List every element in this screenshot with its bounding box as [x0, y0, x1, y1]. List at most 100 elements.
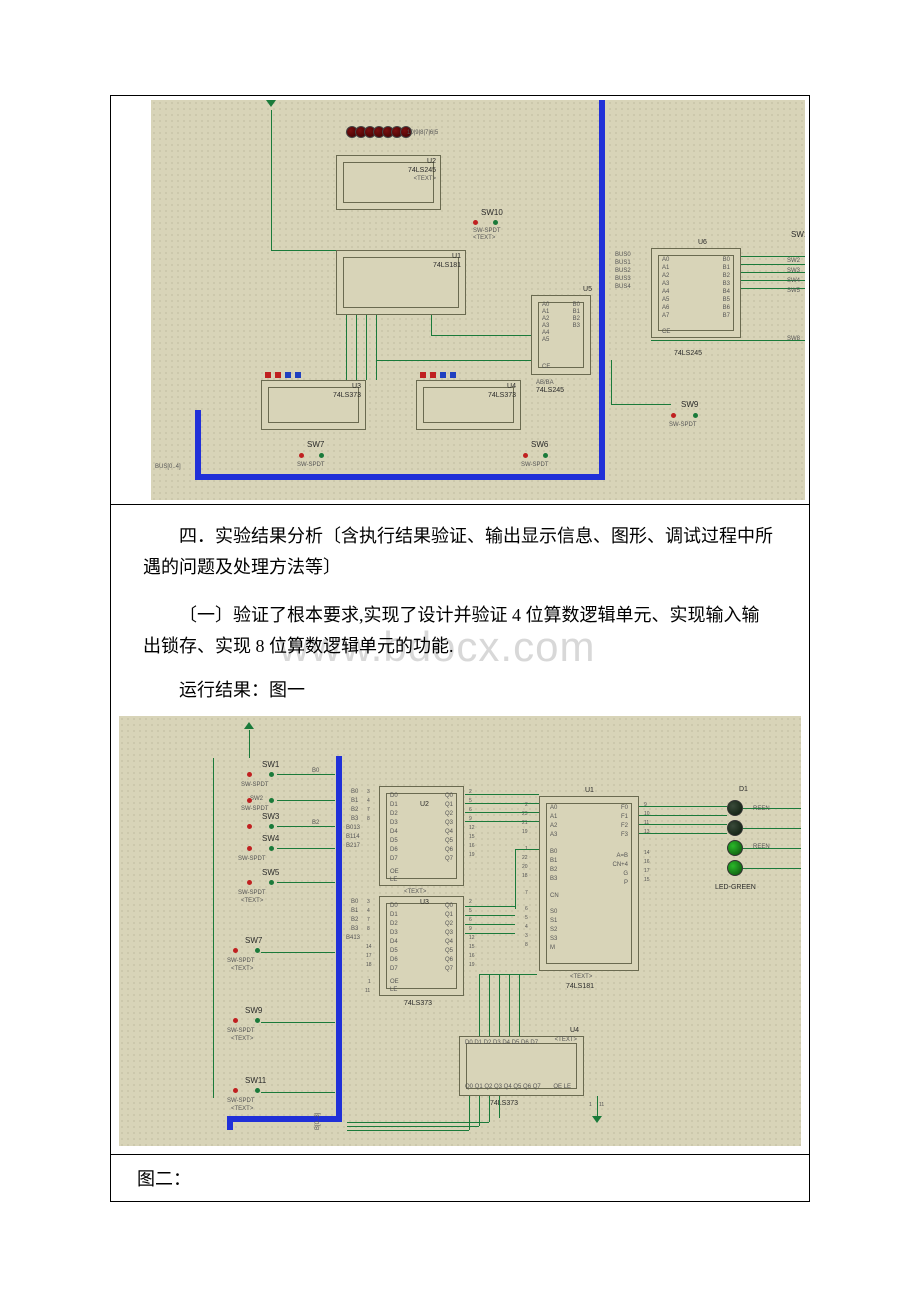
bus-label: BUS0 — [615, 252, 631, 258]
wire — [515, 849, 516, 909]
chip-u2: U2 74LS245 <TEXT> — [336, 155, 441, 210]
wire — [651, 340, 805, 341]
switch-node — [671, 413, 676, 418]
switch-node — [493, 220, 498, 225]
chip-u4: U4 74LS373 — [416, 380, 521, 430]
wire — [499, 974, 500, 1036]
switch-sw4: SW4 — [262, 834, 279, 843]
wire — [743, 808, 801, 809]
led-bargraph — [346, 125, 409, 143]
led-d1-ref: D1 — [739, 786, 748, 793]
wire — [465, 933, 515, 934]
wire — [366, 315, 367, 380]
figure-2-caption-cell: 图二： — [111, 1155, 809, 1201]
ground-icon — [592, 1116, 602, 1123]
wire — [465, 803, 539, 804]
bus-bottom-label: B[0..3] — [315, 1113, 321, 1130]
wire — [261, 1092, 335, 1093]
wire — [515, 849, 539, 850]
wire — [611, 360, 612, 404]
bus-line — [336, 756, 342, 1116]
switch-node — [693, 413, 698, 418]
wire — [277, 774, 335, 775]
wire — [249, 730, 250, 758]
led-pins: 10|9|8|7|6|5 — [407, 130, 438, 136]
probe — [295, 372, 301, 378]
wire — [639, 806, 727, 807]
led — [727, 800, 743, 816]
wire — [356, 315, 357, 380]
wire — [509, 974, 510, 1036]
switch-node — [523, 453, 528, 458]
wire — [465, 915, 515, 916]
probe — [265, 372, 271, 378]
wire — [639, 833, 727, 834]
wire — [519, 974, 520, 1036]
probe — [275, 372, 281, 378]
wire — [465, 906, 515, 907]
switch-sw1: SW1 — [791, 230, 805, 239]
switch-sw7: SW7 — [307, 440, 324, 449]
probe — [420, 372, 426, 378]
bus-label: BUS1 — [615, 260, 631, 266]
wire — [465, 812, 539, 813]
wire — [499, 1096, 500, 1118]
wire — [347, 1130, 469, 1131]
chip-u1: U1 74LS181 — [336, 250, 466, 315]
chip-u5: U5 A0 A1 A2 A3 A4 A5 B0 B1 B2 B3 CE 74LS… — [531, 295, 591, 375]
wire — [469, 1096, 470, 1130]
switch-sw7: SW7 — [245, 936, 262, 945]
wire — [347, 1122, 489, 1123]
run-result-label: 运行结果：图一 — [143, 675, 777, 706]
bus-line — [599, 100, 605, 480]
wire — [431, 315, 432, 335]
wire — [271, 110, 272, 250]
wire — [465, 924, 515, 925]
chip-u3: U3 D0 D1 D2 D3 D4 D5 D6 D7 Q0 Q1 Q2 Q3 Q… — [379, 896, 464, 996]
wire — [431, 335, 531, 336]
switch-sw9: SW9 — [245, 1006, 262, 1015]
switch-node — [543, 453, 548, 458]
wire — [479, 974, 480, 1036]
schematic-top: 10|9|8|7|6|5 U2 74LS245 <TEXT> SW10 SW-S… — [151, 100, 805, 500]
bus-line — [227, 1116, 342, 1122]
text-section: www.bdocx.com 四．实验结果分析〔含执行结果验证、输出显示信息、图形… — [111, 505, 809, 1155]
switch-sw11: SW11 — [245, 1076, 266, 1085]
switch-sw10: SW10 — [481, 208, 503, 217]
bus-line — [195, 474, 605, 480]
wire — [639, 824, 727, 825]
chip-u6: U6 A0 A1 A2 A3 A4 A5 A6 A7 B0 B1 B2 B3 B… — [651, 248, 741, 338]
page-frame: 10|9|8|7|6|5 U2 74LS245 <TEXT> SW10 SW-S… — [110, 95, 810, 1202]
wire — [347, 1126, 479, 1127]
wire — [346, 315, 347, 380]
wire — [743, 848, 801, 849]
chip-u2: U2 D0 D1 D2 D3 D4 D5 D6 D7 Q0 Q1 Q2 Q3 Q… — [379, 786, 464, 886]
bus-label: BUS4 — [615, 284, 631, 290]
probe — [430, 372, 436, 378]
wire — [261, 1022, 335, 1023]
figure-cell-1: 10|9|8|7|6|5 U2 74LS245 <TEXT> SW10 SW-S… — [111, 96, 809, 505]
wire — [597, 1096, 598, 1116]
chip-u1: U1 A0 A1 A2 A3 B0 B1 B2 B3 CN S0 S1 S2 S… — [539, 796, 639, 971]
led — [727, 860, 743, 876]
wire — [639, 815, 727, 816]
wire — [741, 264, 805, 265]
switch-sw6: SW6 — [531, 440, 548, 449]
wire — [271, 250, 336, 251]
led — [727, 820, 743, 836]
wire — [376, 360, 546, 361]
probe — [285, 372, 291, 378]
wire — [261, 952, 335, 953]
switch-sw5: SW5 — [262, 868, 279, 877]
schematic-fig1: SW1 SW-SPDT B0 SW2 SW-SPDT SW3 B2 SW4 SW… — [119, 716, 801, 1146]
section-4-heading: 四．实验结果分析〔含执行结果验证、输出显示信息、图形、调试过程中所遇的问题及处理… — [143, 521, 777, 582]
wire — [277, 826, 335, 827]
section-4-para1: 〔一〕验证了根本要求,实现了设计并验证 4 位算数逻辑单元、实现输入输出锁存、实… — [143, 600, 777, 661]
wire — [465, 794, 539, 795]
bus-line — [195, 410, 201, 480]
wire — [743, 828, 801, 829]
wire — [611, 404, 671, 405]
wire — [489, 974, 490, 1036]
switch-sw3: SW3 — [262, 812, 279, 821]
chip-u3: U3 74LS373 — [261, 380, 366, 430]
